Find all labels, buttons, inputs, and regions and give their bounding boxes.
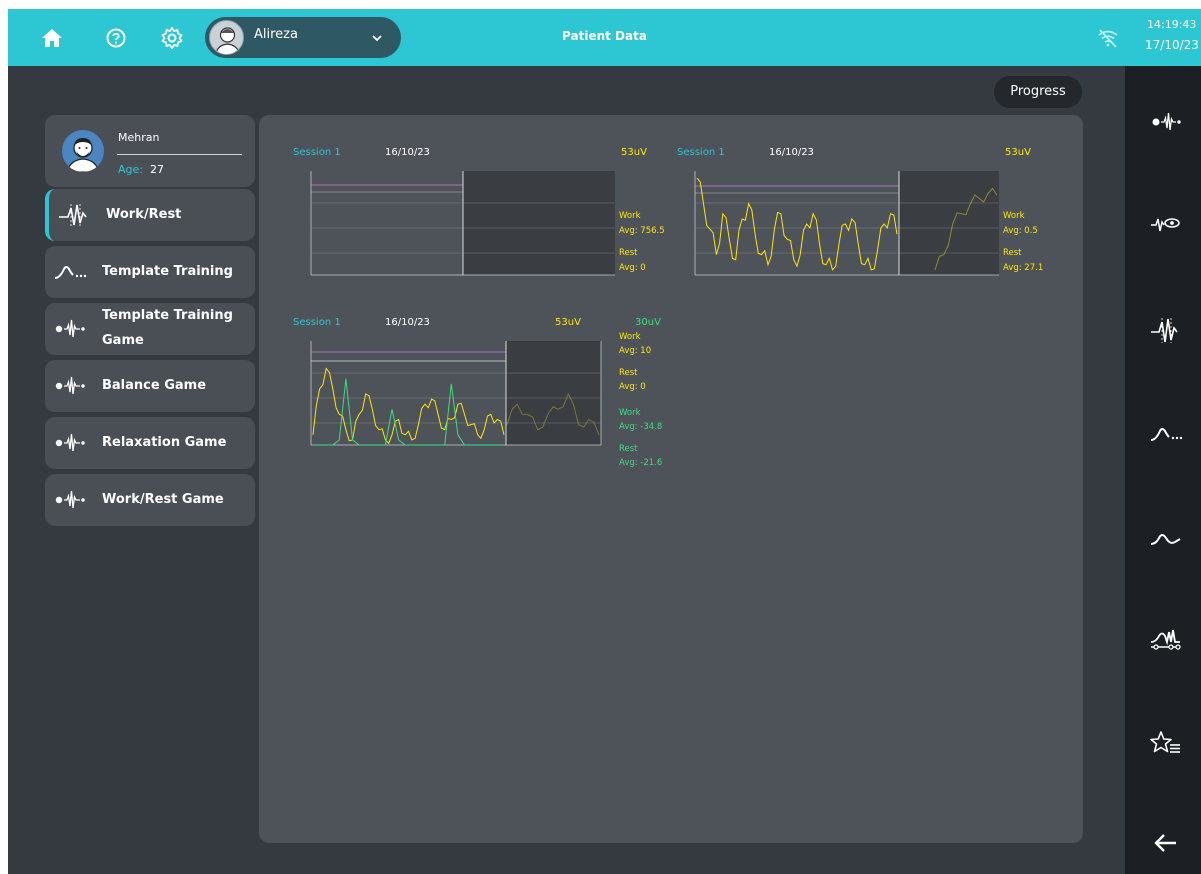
legend-rest-avg: Avg: 27.1 xyxy=(1003,263,1043,273)
legend-work-avg: Avg: 0.5 xyxy=(1003,226,1038,236)
session-date: 16/10/23 xyxy=(385,147,430,158)
menu-item-relaxation-game[interactable]: Relaxation Game xyxy=(45,417,255,469)
legend-rest-avg: Avg: 0 xyxy=(619,382,646,392)
legend-work: Work xyxy=(619,211,641,221)
amplitude-label-secondary: 30uV xyxy=(635,317,661,328)
legend-rest: Rest xyxy=(619,368,638,378)
legend-work-avg: Avg: 10 xyxy=(619,346,651,356)
session-label: Session 1 xyxy=(677,147,725,158)
top-bar: Alireza Patient Data 14:19:43 17/10/23 xyxy=(8,9,1201,66)
legend-rest: Rest xyxy=(619,248,638,258)
menu-item-template-training[interactable]: Template Training xyxy=(45,246,255,298)
legend-rest-avg: Avg: 0 xyxy=(619,263,646,273)
game-signal-icon xyxy=(54,317,90,341)
emg-trace xyxy=(313,378,504,446)
menu-label: Game xyxy=(102,333,144,348)
game-signal-icon xyxy=(54,488,90,512)
menu-item-work-rest-game[interactable]: Work/Rest Game xyxy=(45,474,255,526)
legend-work: Work xyxy=(1003,211,1025,221)
menu-item-template-training-game[interactable]: Template Training Game xyxy=(45,303,255,355)
star-list-icon[interactable] xyxy=(1149,729,1183,757)
game-signal-icon xyxy=(54,431,90,455)
menu-item-work-rest[interactable]: Work/Rest xyxy=(45,189,255,241)
emg-trace-green-group xyxy=(313,378,504,446)
back-arrow-icon[interactable] xyxy=(1149,829,1183,857)
legend-rest-secondary: Rest xyxy=(619,444,638,454)
session-label: Session 1 xyxy=(293,147,341,158)
rest-shading xyxy=(506,341,601,445)
template-curve-icon xyxy=(54,260,90,284)
divider xyxy=(117,154,242,155)
session-label: Session 1 xyxy=(293,317,341,328)
menu-label: Relaxation Game xyxy=(102,435,227,450)
patient-name: Mehran xyxy=(118,131,160,144)
emg-signal-icon[interactable] xyxy=(1149,316,1183,344)
patient-age-label: Age: xyxy=(118,163,143,176)
legend-work: Work xyxy=(619,332,641,342)
menu-label: Balance Game xyxy=(102,378,207,393)
menu-label: Work/Rest xyxy=(106,207,182,222)
legend-work-avg-secondary: Avg: -34.8 xyxy=(619,422,662,432)
progress-button[interactable]: Progress xyxy=(994,76,1082,108)
page-title: Patient Data xyxy=(562,29,647,43)
rest-shading xyxy=(899,171,999,275)
legend-rest: Rest xyxy=(1003,248,1022,258)
legend-work-secondary: Work xyxy=(619,408,641,418)
emg-trace xyxy=(696,177,898,271)
session-charts-panel: Session 1 16/10/23 53uV Work Avg: 756.5 … xyxy=(259,115,1083,843)
clock-time: 14:19:43 xyxy=(1147,18,1197,31)
legend-rest-avg-secondary: Avg: -21.6 xyxy=(619,458,662,468)
emg-trace-group xyxy=(312,367,505,445)
session-chart[interactable]: Session 1 16/10/23 53uV Work Avg: 756.5 … xyxy=(289,143,673,293)
menu-item-balance-game[interactable]: Balance Game xyxy=(45,360,255,412)
emg-signal-icon xyxy=(58,203,94,227)
game-signal-icon xyxy=(54,374,90,398)
multi-channel-icon[interactable] xyxy=(1149,626,1183,654)
amplitude-label: 53uV xyxy=(621,147,647,158)
rest-shading xyxy=(463,171,615,275)
signal-eye-icon[interactable] xyxy=(1149,211,1183,239)
session-date: 16/10/23 xyxy=(769,147,814,158)
amplitude-label: 53uV xyxy=(555,317,581,328)
menu-label: Template Training xyxy=(102,264,233,279)
patient-avatar xyxy=(62,130,104,172)
app-window: Alireza Patient Data 14:19:43 17/10/23 P… xyxy=(8,9,1201,874)
menu-label: Work/Rest Game xyxy=(102,492,224,507)
wifi-off-icon xyxy=(1095,25,1121,51)
right-toolbar xyxy=(1125,66,1201,874)
session-date: 16/10/23 xyxy=(385,317,430,328)
menu-label: Template Training xyxy=(102,308,233,323)
game-signal-icon[interactable] xyxy=(1149,108,1183,136)
emg-trace-group xyxy=(696,177,898,271)
template-curve-icon[interactable] xyxy=(1149,419,1183,447)
wave-curve-icon[interactable] xyxy=(1149,524,1183,552)
session-chart[interactable]: Session 1 16/10/23 53uV 30uV Work Avg: 1… xyxy=(289,313,673,493)
patient-age: 27 xyxy=(150,163,164,176)
session-chart[interactable]: Session 1 16/10/23 53uV Work Avg: 0.5 Re… xyxy=(673,143,1057,293)
amplitude-label: 53uV xyxy=(1005,147,1031,158)
clock-date: 17/10/23 xyxy=(1145,38,1199,52)
emg-trace xyxy=(312,367,505,445)
legend-work-avg: Avg: 756.5 xyxy=(619,226,665,236)
patient-profile-card: Mehran Age: 27 xyxy=(45,115,255,187)
